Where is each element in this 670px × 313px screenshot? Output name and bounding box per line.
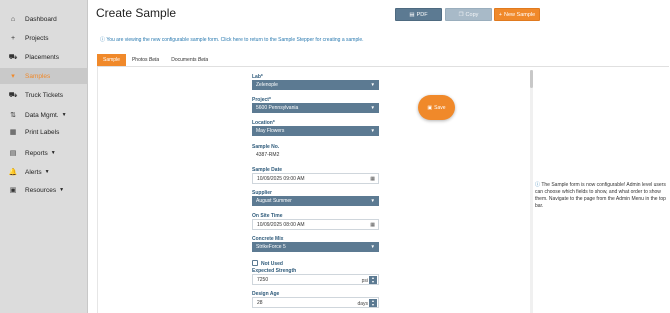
supplier-select-value: August Summer	[256, 198, 292, 204]
sidebar: ⌂ Dashboard + Projects ⛟ Placements ▾ Sa…	[0, 0, 88, 313]
info-icon: ⓘ	[100, 37, 106, 43]
tab-bar: Sample Photos Beta Documents Beta	[97, 54, 214, 66]
form-scrollbar-thumb[interactable]	[530, 70, 533, 88]
project-select-value: 5600 Pennsylvania	[256, 105, 299, 111]
truck-icon: ⛟	[8, 53, 18, 61]
configurable-form-notice: ⓘ The Sample form is now configurable! A…	[535, 182, 666, 210]
concrete-mix-select[interactable]: StrikeForce 5 ▼	[252, 242, 379, 252]
not-used-checkbox[interactable]	[252, 260, 258, 266]
info-icon: ⓘ	[535, 182, 541, 188]
calendar-icon[interactable]: ▦	[370, 176, 375, 182]
design-age-value: 28	[257, 299, 263, 306]
calendar-icon[interactable]: ▦	[370, 222, 375, 228]
expected-strength-unit: psi	[361, 278, 368, 284]
save-icon: ▣	[427, 104, 433, 111]
sidebar-item-dashboard[interactable]: ⌂ Dashboard	[0, 11, 88, 27]
design-age-input[interactable]: 28 days ▲ ▼	[252, 297, 379, 308]
copy-button-label: Copy	[465, 11, 479, 18]
save-button[interactable]: ▣ Save	[418, 95, 455, 120]
sample-date-input[interactable]: 10/09/2025 09:00 AM ▦	[252, 173, 379, 184]
sidebar-item-reports[interactable]: ▤ Reports ▼	[0, 145, 88, 161]
supplier-select[interactable]: August Summer ▼	[252, 196, 379, 206]
sample-no-label: Sample No.	[252, 144, 280, 150]
caret-down-icon: ▼	[370, 244, 375, 249]
home-icon: ⌂	[10, 15, 16, 23]
sample-date-value: 10/09/2025 09:00 AM	[257, 175, 305, 182]
tab-photos[interactable]: Photos Beta	[126, 54, 165, 66]
sidebar-item-label: Reports	[25, 149, 48, 157]
plus-icon: +	[10, 34, 16, 42]
tab-label: Sample	[103, 57, 120, 63]
lab-select-value: Zelenople	[256, 82, 278, 88]
beta-label: Beta	[197, 57, 209, 63]
cone-icon: ▾	[11, 73, 15, 80]
sidebar-item-label: Truck Tickets	[25, 91, 64, 99]
tab-documents[interactable]: Documents Beta	[165, 54, 214, 66]
sidebar-item-resources[interactable]: ▣ Resources ▼	[0, 182, 88, 198]
sidebar-item-data-mgmt[interactable]: ⇅ Data Mgmt. ▼	[0, 107, 88, 123]
sidebar-item-label: Resources	[25, 186, 57, 194]
plus-icon: +	[498, 11, 503, 18]
sidebar-item-placements[interactable]: ⛟ Placements	[0, 49, 88, 65]
data-icon: ⇅	[10, 112, 16, 119]
tab-sample[interactable]: Sample	[97, 54, 126, 66]
sidebar-item-alerts[interactable]: 🔔 Alerts ▼	[0, 164, 88, 180]
info-text: You are viewing the new configurable sam…	[106, 37, 364, 43]
sample-stepper-link[interactable]: ⓘ You are viewing the new configurable s…	[100, 36, 364, 43]
concrete-mix-select-value: StrikeForce 5	[256, 244, 286, 250]
configurable-form-notice-text: The Sample form is now configurable! Adm…	[535, 182, 666, 209]
sidebar-item-label: Dashboard	[25, 15, 57, 23]
new-sample-button-label: New Sample	[504, 11, 536, 18]
caret-down-icon: ▼	[61, 112, 67, 118]
pdf-button[interactable]: ▤ PDF	[395, 8, 442, 21]
not-used-label: Not Used	[261, 261, 283, 267]
copy-icon: ❐	[458, 11, 464, 18]
expected-strength-value: 7250	[257, 276, 269, 283]
expected-strength-input[interactable]: 7250 psi ▲ ▼	[252, 274, 379, 285]
page-title: Create Sample	[96, 6, 177, 20]
bell-icon: 🔔	[8, 169, 18, 176]
tab-label: Documents	[171, 57, 197, 63]
sidebar-item-label: Print Labels	[25, 128, 60, 136]
pdf-button-label: PDF	[416, 11, 428, 18]
save-button-label: Save	[434, 104, 446, 111]
caret-down-icon: ▼	[370, 198, 375, 203]
sample-no-value: 4387-RM2	[256, 152, 280, 158]
sidebar-item-label: Samples	[25, 72, 51, 80]
report-icon: ▤	[9, 150, 17, 157]
on-site-time-input[interactable]: 10/09/2025 08:00 AM ▦	[252, 219, 379, 230]
copy-button[interactable]: ❐ Copy	[445, 8, 492, 21]
location-select-value: May Flowers	[256, 128, 285, 134]
caret-down-icon: ▼	[50, 150, 56, 156]
sidebar-item-label: Data Mgmt.	[25, 111, 59, 119]
sidebar-item-label: Placements	[25, 53, 59, 61]
caret-down-icon: ▼	[59, 187, 65, 193]
on-site-time-value: 10/09/2025 08:00 AM	[257, 221, 305, 228]
beta-label: Beta	[148, 57, 160, 63]
design-age-unit: days	[357, 301, 368, 307]
sidebar-item-label: Projects	[25, 34, 49, 42]
sidebar-item-label: Alerts	[25, 168, 42, 176]
truck-icon: ⛟	[8, 91, 18, 99]
project-select[interactable]: 5600 Pennsylvania ▼	[252, 103, 379, 113]
new-sample-button[interactable]: + New Sample	[494, 8, 540, 21]
design-age-stepper[interactable]: ▲ ▼	[369, 299, 377, 307]
sidebar-item-projects[interactable]: + Projects	[0, 30, 88, 46]
caret-down-icon: ▼	[44, 169, 50, 175]
expected-strength-stepper[interactable]: ▲ ▼	[369, 276, 377, 284]
caret-down-icon: ▼	[370, 82, 375, 87]
tab-label: Photos	[131, 57, 148, 63]
sidebar-item-truck-tickets[interactable]: ⛟ Truck Tickets	[0, 87, 88, 103]
folder-icon: ▣	[9, 187, 17, 194]
caret-down-icon: ▼	[370, 128, 375, 133]
sidebar-item-samples[interactable]: ▾ Samples	[0, 68, 88, 84]
barcode-icon: ▦	[9, 129, 17, 136]
sidebar-item-print-labels[interactable]: ▦ Print Labels	[0, 124, 88, 140]
form-scrollbar[interactable]	[530, 70, 533, 313]
location-select[interactable]: May Flowers ▼	[252, 126, 379, 136]
lab-select[interactable]: Zelenople ▼	[252, 80, 379, 90]
pdf-icon: ▤	[409, 11, 415, 18]
caret-down-icon: ▼	[370, 105, 375, 110]
